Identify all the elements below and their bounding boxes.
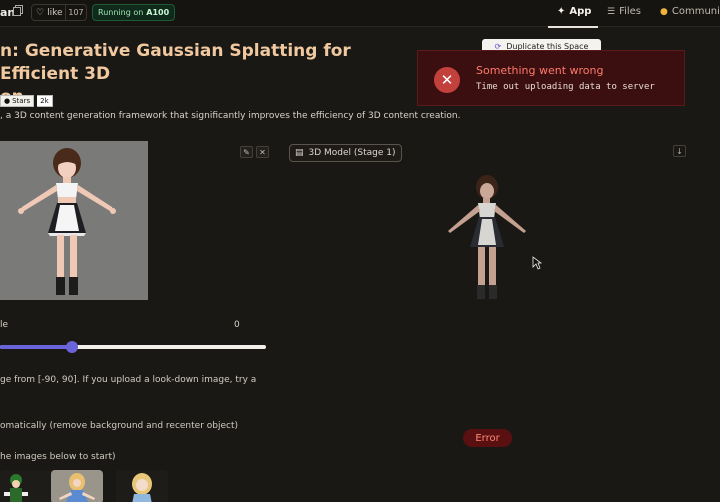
error-toast: ✕ Something went wrong Time out uploadin… (417, 50, 685, 106)
github-icon: ● (4, 97, 11, 105)
github-stars-badge[interactable]: ● Stars 2k (0, 95, 53, 107)
preprocess-label: omatically (remove background and recent… (0, 421, 239, 431)
error-icon: ✕ (434, 67, 460, 93)
character-image (18, 148, 116, 295)
hardware-label: A100 (146, 8, 170, 17)
files-icon: ☰ (607, 6, 616, 17)
space-description: , a 3D content generation framework that… (0, 111, 461, 121)
example-thumbnail[interactable] (116, 470, 168, 502)
nav-files[interactable]: ☰ Files (607, 6, 641, 17)
top-bar: an ♡ like 107 Running on A100 ✦ App ☰ Fi… (0, 0, 720, 28)
slider-label: le (0, 320, 9, 330)
github-star-count: 2k (37, 95, 53, 107)
like-label: like (47, 7, 63, 18)
toast-title: Something went wrong (476, 64, 604, 77)
nav-community[interactable]: ● Communi (660, 6, 720, 17)
running-text: Running on (98, 8, 144, 17)
model-viewer-canvas[interactable] (420, 165, 560, 315)
like-count: 107 (65, 4, 86, 21)
heart-icon: ♡ (36, 7, 45, 18)
mouse-cursor-icon (532, 256, 542, 270)
slider-thumb[interactable] (66, 341, 78, 353)
community-icon: ● (660, 6, 668, 17)
app-icon: ✦ (557, 6, 566, 17)
examples-label: he images below to start) (0, 452, 116, 462)
toast-message: Time out uploading data to server (476, 82, 655, 92)
slider-value[interactable]: 0 (234, 320, 240, 330)
close-icon[interactable]: ✕ (256, 146, 269, 158)
download-icon[interactable]: ↓ (673, 145, 686, 157)
example-thumbnail[interactable] (51, 470, 103, 502)
copy-icon[interactable] (13, 5, 23, 16)
example-thumbnail[interactable] (0, 470, 52, 502)
edit-icon[interactable]: ✎ (240, 146, 253, 158)
slider-fill (0, 345, 72, 349)
page-title: n: Generative Gaussian Splatting for Eff… (0, 41, 351, 107)
model-viewer-label: ▤ 3D Model (Stage 1) (289, 144, 402, 162)
file-icon: ▤ (295, 148, 304, 158)
input-image[interactable] (0, 141, 148, 300)
nav-active-underline (548, 26, 598, 28)
running-badge: Running on A100 (92, 4, 176, 21)
error-badge: Error (463, 429, 512, 447)
elevation-hint: ge from [-90, 90]. If you upload a look-… (0, 375, 257, 385)
nav-app[interactable]: ✦ App (557, 6, 591, 17)
